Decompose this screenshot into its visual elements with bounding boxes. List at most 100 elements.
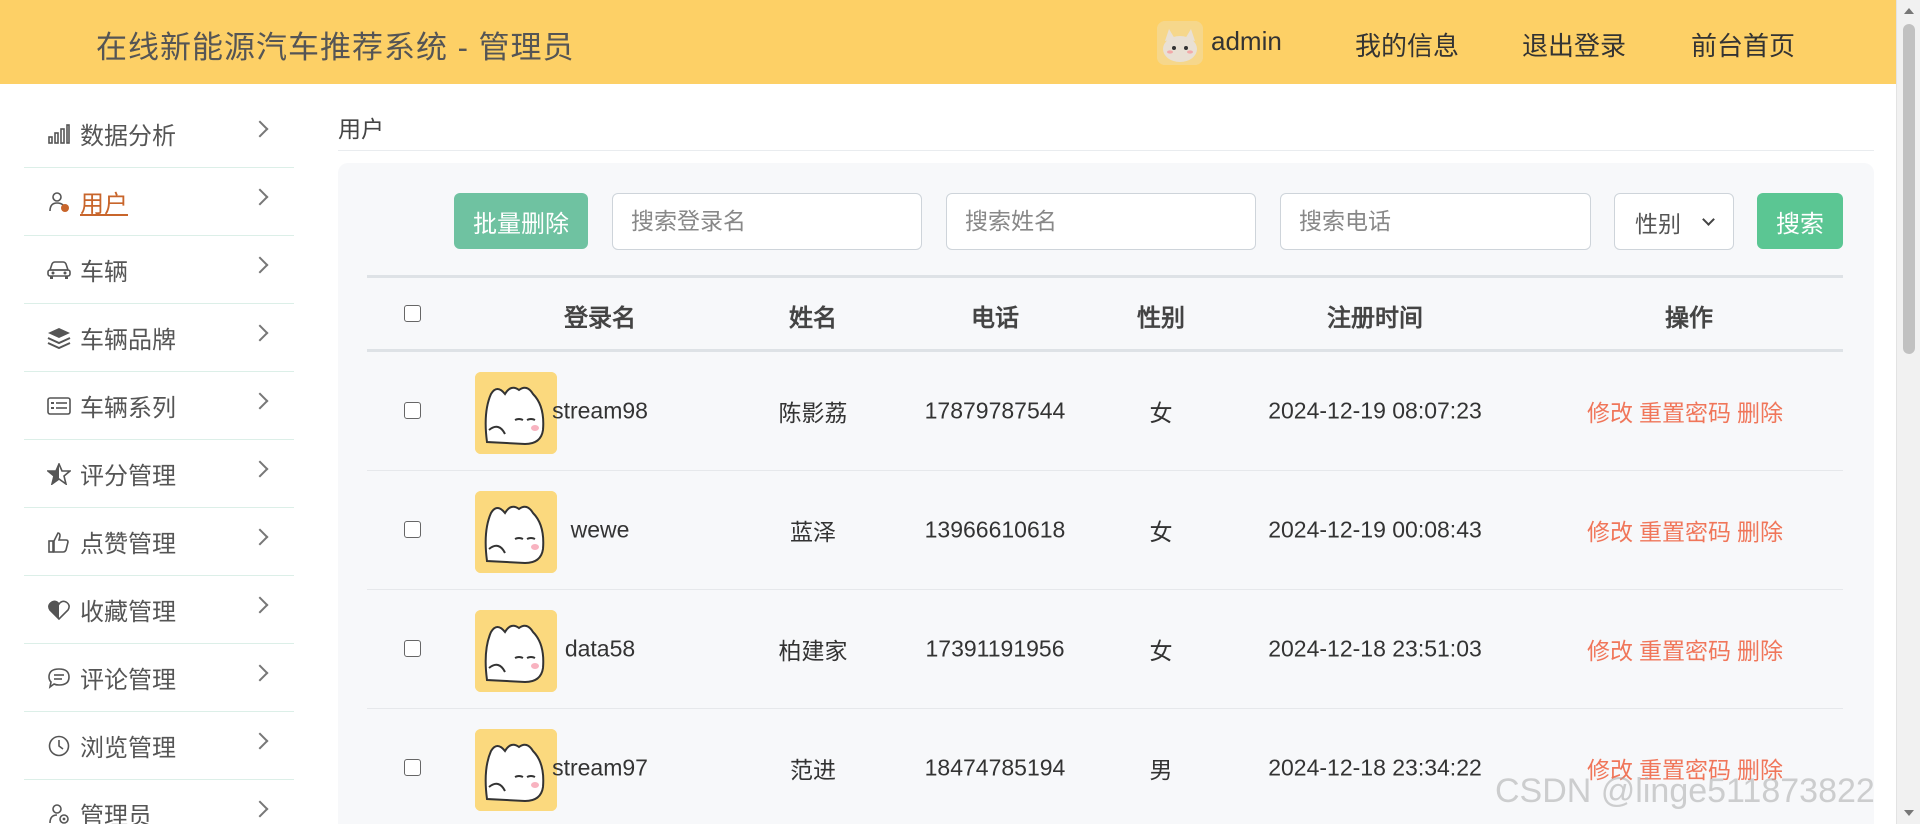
cell-phone: 18474785194 xyxy=(924,754,1066,781)
sidebar-item-admins[interactable]: 管理员 xyxy=(24,780,294,824)
search-button[interactable]: 搜索 xyxy=(1757,193,1843,249)
cell-gender: 男 xyxy=(1149,757,1173,783)
search-phone-input[interactable] xyxy=(1280,193,1591,250)
row-checkbox[interactable] xyxy=(404,402,421,419)
cat-avatar-icon xyxy=(1157,21,1203,65)
chevron-right-icon xyxy=(251,392,269,410)
cell-registered: 2024-12-19 00:08:43 xyxy=(1268,516,1482,543)
row-checkbox[interactable] xyxy=(404,759,421,776)
cell-gender: 女 xyxy=(1149,400,1173,426)
sidebar-item-users[interactable]: 用户 xyxy=(24,168,294,236)
sidebar-item-label: 用户 xyxy=(80,191,128,218)
edit-link[interactable]: 修改 xyxy=(1587,519,1633,545)
sidebar-item-data-analysis[interactable]: 数据分析 xyxy=(24,100,294,168)
top-header: 在线新能源汽车推荐系统 - 管理员 admin 我的信息 退出登录 前台首页 xyxy=(0,0,1896,84)
admin-icon xyxy=(46,801,72,824)
sidebar-item-label: 车辆 xyxy=(80,259,128,286)
user-avatar xyxy=(475,491,557,573)
user-avatar xyxy=(475,610,557,692)
chevron-right-icon xyxy=(251,256,269,274)
layers-icon xyxy=(46,325,72,351)
page-scrollbar[interactable] xyxy=(1896,0,1920,824)
sidebar-item-comments[interactable]: 评论管理 xyxy=(24,644,294,712)
delete-link[interactable]: 删除 xyxy=(1737,400,1783,426)
cell-registered: 2024-12-19 08:07:23 xyxy=(1268,397,1482,424)
sidebar-item-label: 管理员 xyxy=(80,803,152,824)
sidebar-item-likes[interactable]: 点赞管理 xyxy=(24,508,294,576)
sidebar-item-favorites[interactable]: 收藏管理 xyxy=(24,576,294,644)
chevron-right-icon xyxy=(251,732,269,750)
row-checkbox[interactable] xyxy=(404,521,421,538)
sidebar-item-label: 评分管理 xyxy=(80,463,176,490)
sidebar-item-vehicle-brands[interactable]: 车辆品牌 xyxy=(24,304,294,372)
column-header-phone: 电话 xyxy=(971,305,1019,332)
thumb-up-icon xyxy=(46,529,72,555)
cell-phone: 17879787544 xyxy=(924,397,1066,424)
logout-link[interactable]: 退出登录 xyxy=(1522,26,1626,63)
sidebar-item-vehicle-series[interactable]: 车辆系列 xyxy=(24,372,294,440)
sidebar-item-vehicles[interactable]: 车辆 xyxy=(24,236,294,304)
cell-name: 范进 xyxy=(790,757,836,783)
cell-phone: 17391191956 xyxy=(925,635,1065,662)
batch-delete-button[interactable]: 批量删除 xyxy=(454,193,588,249)
chevron-right-icon xyxy=(251,120,269,138)
cell-gender: 女 xyxy=(1149,519,1173,545)
table-header-top-border xyxy=(367,275,1843,278)
user-avatar xyxy=(475,372,557,454)
search-name-input[interactable] xyxy=(946,193,1256,250)
bar-chart-icon xyxy=(46,121,72,147)
bunny-avatar-icon xyxy=(475,729,557,811)
chevron-right-icon xyxy=(251,188,269,206)
bunny-avatar-icon xyxy=(475,491,557,573)
sidebar-item-label: 评论管理 xyxy=(80,667,176,694)
sidebar-menu: 数据分析 用户 车辆 车辆品牌 车辆系列 评分管理 点赞管理 收藏管理 评论管理… xyxy=(24,100,294,824)
select-all-checkbox[interactable] xyxy=(404,305,421,322)
column-header-actions: 操作 xyxy=(1665,305,1713,332)
reset-password-link[interactable]: 重置密码 xyxy=(1639,400,1731,426)
chevron-right-icon xyxy=(251,800,269,818)
scroll-down-icon[interactable] xyxy=(1904,810,1914,816)
user-avatar[interactable] xyxy=(1157,21,1203,65)
delete-link[interactable]: 删除 xyxy=(1737,519,1783,545)
reset-password-link[interactable]: 重置密码 xyxy=(1639,638,1731,664)
sidebar-item-browsing[interactable]: 浏览管理 xyxy=(24,712,294,780)
edit-link[interactable]: 修改 xyxy=(1587,638,1633,664)
cell-login: stream97 xyxy=(552,754,648,781)
search-login-input[interactable] xyxy=(612,193,922,250)
chevron-right-icon xyxy=(251,324,269,342)
cell-login: stream98 xyxy=(552,397,648,424)
gender-select-value: 性别 xyxy=(1635,210,1681,237)
bunny-avatar-icon xyxy=(475,372,557,454)
row-actions: 修改 重置密码 删除 xyxy=(1587,513,1789,547)
user-icon xyxy=(46,189,72,215)
username-label[interactable]: admin xyxy=(1211,26,1282,57)
sidebar-item-label: 数据分析 xyxy=(80,123,176,150)
sidebar-item-label: 车辆品牌 xyxy=(80,327,176,354)
reset-password-link[interactable]: 重置密码 xyxy=(1639,519,1731,545)
column-header-name: 姓名 xyxy=(789,305,837,332)
delete-link[interactable]: 删除 xyxy=(1737,638,1783,664)
frontend-home-link[interactable]: 前台首页 xyxy=(1691,26,1795,63)
row-checkbox[interactable] xyxy=(404,640,421,657)
scroll-up-icon[interactable] xyxy=(1904,8,1914,14)
row-actions: 修改 重置密码 删除 xyxy=(1587,632,1789,666)
csdn-watermark: CSDN @linge511873822 xyxy=(1495,772,1875,810)
scroll-thumb[interactable] xyxy=(1903,24,1915,354)
cell-gender: 女 xyxy=(1149,638,1173,664)
gender-select[interactable]: 性别 xyxy=(1614,193,1734,250)
cell-login: data58 xyxy=(564,635,636,662)
sidebar-item-label: 收藏管理 xyxy=(80,599,176,626)
table-row: stream98 陈影荔 17879787544 女 2024-12-19 08… xyxy=(367,352,1843,471)
bunny-avatar-icon xyxy=(475,610,557,692)
chevron-right-icon xyxy=(251,664,269,682)
column-header-registered: 注册时间 xyxy=(1327,305,1423,332)
user-avatar xyxy=(475,729,557,811)
my-info-link[interactable]: 我的信息 xyxy=(1355,26,1459,63)
column-header-gender: 性别 xyxy=(1137,305,1185,332)
cell-registered: 2024-12-18 23:34:22 xyxy=(1268,754,1482,781)
sidebar-item-ratings[interactable]: 评分管理 xyxy=(24,440,294,508)
breadcrumb-divider xyxy=(338,150,1874,151)
comment-icon xyxy=(46,665,72,691)
edit-link[interactable]: 修改 xyxy=(1587,400,1633,426)
cell-name: 陈影荔 xyxy=(778,400,848,426)
